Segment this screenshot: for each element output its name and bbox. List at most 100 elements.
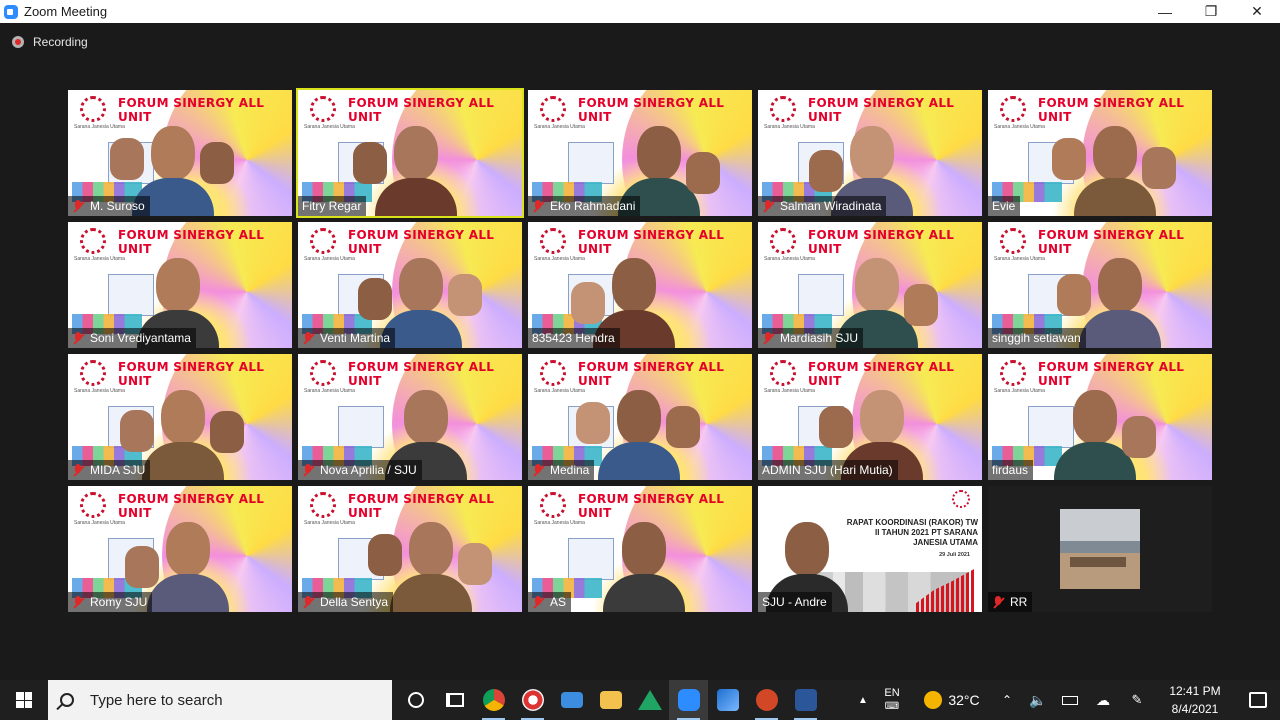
participant-tile[interactable]: FORUM SINERGY ALL UNIT Sarana Janesia Uta… <box>528 90 752 216</box>
windows-logo-icon <box>16 692 32 708</box>
participant-tile[interactable]: FORUM SINERGY ALL UNIT Sarana Janesia Uta… <box>988 354 1212 480</box>
app-taskbar-button[interactable] <box>513 680 552 720</box>
start-button[interactable] <box>0 680 48 720</box>
company-logo <box>770 96 796 122</box>
notifications-button[interactable] <box>1236 680 1280 720</box>
forum-banner: FORUM SINERGY ALL UNIT <box>348 96 495 124</box>
file-explorer-button[interactable] <box>591 680 630 720</box>
language-indicator[interactable]: EN ⌨ <box>872 680 912 720</box>
participant-tile[interactable]: FORUM SINERGY ALL UNIT Sarana Janesia Uta… <box>68 354 292 480</box>
participant-tile[interactable]: FORUM SINERGY ALL UNIT Sarana Janesia Uta… <box>296 88 524 218</box>
participant-name-bar: Mardiasih SJU <box>758 328 864 348</box>
participant-tile[interactable]: FORUM SINERGY ALL UNIT Sarana Janesia Uta… <box>68 222 292 348</box>
google-drive-icon <box>637 690 662 710</box>
forum-banner: FORUM SINERGY ALL UNIT <box>578 228 725 256</box>
participant-tile[interactable]: FORUM SINERGY ALL UNIT Sarana Janesia Uta… <box>758 354 982 480</box>
chevron-icon: ⌃ <box>1001 693 1013 707</box>
pen-button[interactable]: ✎ <box>1120 680 1154 720</box>
participant-tile[interactable]: FORUM SINERGY ALL UNIT Sarana Janesia Uta… <box>298 486 522 612</box>
participant-tile[interactable]: FORUM SINERGY ALL UNIT Sarana Janesia Uta… <box>68 90 292 216</box>
participant-name-bar: Eko Rahmadani <box>528 196 641 216</box>
participant-name-bar: Medina <box>528 460 595 480</box>
hand <box>819 406 853 448</box>
participant-tile[interactable]: FORUM SINERGY ALL UNIT Sarana Janesia Uta… <box>528 486 752 612</box>
participant-name-bar: 835423 Hendra <box>528 328 620 348</box>
show-hidden-icons-button[interactable]: ▲ <box>854 680 872 720</box>
company-logo <box>310 492 336 518</box>
participant-name: Salman Wiradinata <box>780 199 882 213</box>
battery-button[interactable] <box>1054 680 1086 720</box>
speaker-icon: 🔈 <box>1029 691 1047 708</box>
participant-tile[interactable]: FORUM SINERGY ALL UNIT Sarana Janesia Uta… <box>298 354 522 480</box>
hand <box>686 152 720 194</box>
mail-taskbar-button[interactable] <box>552 680 591 720</box>
participant-tile[interactable]: FORUM SINERGY ALL UNIT Sarana Janesia Uta… <box>988 222 1212 348</box>
photos-taskbar-button[interactable] <box>708 680 747 720</box>
hand <box>358 278 392 320</box>
company-name: Sarana Janesia Utama <box>764 388 815 394</box>
participant-video <box>1074 126 1156 216</box>
recording-indicator[interactable]: Recording <box>12 35 88 49</box>
company-logo <box>540 492 566 518</box>
participant-tile[interactable]: FORUM SINERGY ALL UNIT Sarana Janesia Uta… <box>988 90 1212 216</box>
close-button[interactable]: ✕ <box>1234 0 1280 23</box>
cloud-icon: ☁ <box>1096 691 1110 708</box>
participant-name-bar: Evie <box>988 196 1021 216</box>
tray-overflow-button[interactable]: ⌃ <box>992 680 1022 720</box>
hand <box>666 406 700 448</box>
powerpoint-taskbar-button[interactable] <box>747 680 786 720</box>
company-name: Sarana Janesia Utama <box>304 124 355 130</box>
participant-name: Fitry Regar <box>302 199 362 213</box>
forum-banner: FORUM SINERGY ALL UNIT <box>1038 96 1185 124</box>
volume-button[interactable]: 🔈 <box>1022 680 1054 720</box>
participant-name: Evie <box>992 199 1016 213</box>
window-controls: — ❐ ✕ <box>1142 0 1280 23</box>
clock-date: 8/4/2021 <box>1171 702 1219 716</box>
restore-button[interactable]: ❐ <box>1188 0 1234 23</box>
participant-tile[interactable]: FORUM SINERGY ALL UNIT Sarana Janesia Uta… <box>528 222 752 348</box>
participant-name-bar: ADMIN SJU (Hari Mutia) <box>758 460 898 480</box>
participant-name-bar: SJU - Andre <box>758 592 832 612</box>
zoom-taskbar-button[interactable] <box>669 680 708 720</box>
forum-banner: FORUM SINERGY ALL UNIT <box>578 492 725 520</box>
recording-icon <box>12 36 24 48</box>
hand <box>368 534 402 576</box>
company-name: Sarana Janesia Utama <box>994 124 1045 130</box>
company-name: Sarana Janesia Utama <box>764 256 815 262</box>
task-view-button[interactable] <box>435 680 474 720</box>
participant-video <box>1054 390 1136 480</box>
participant-tile[interactable]: FORUM SINERGY ALL UNIT Sarana Janesia Uta… <box>758 222 982 348</box>
participant-tile[interactable]: FORUM SINERGY ALL UNIT Sarana Janesia Uta… <box>298 222 522 348</box>
weather-sun-icon <box>924 691 943 709</box>
hand <box>125 546 159 588</box>
clock[interactable]: 12:41 PM 8/4/2021 <box>1154 680 1236 720</box>
drive-taskbar-button[interactable] <box>630 680 669 720</box>
participant-name: Della Sentya <box>320 595 389 609</box>
onedrive-button[interactable]: ☁ <box>1086 680 1120 720</box>
participant-tile[interactable]: FORUM SINERGY ALL UNIT Sarana Janesia Uta… <box>68 486 292 612</box>
participant-name-bar: Fitry Regar <box>298 196 367 216</box>
participant-tile[interactable]: RR <box>988 486 1212 612</box>
participant-video <box>147 522 229 612</box>
taskbar-search[interactable]: Type here to search <box>48 680 392 720</box>
temperature-label: 32°C <box>948 692 980 708</box>
word-taskbar-button[interactable] <box>786 680 825 720</box>
minimize-button[interactable]: — <box>1142 0 1188 23</box>
forum-banner: FORUM SINERGY ALL UNIT <box>808 96 955 124</box>
company-logo <box>1000 96 1026 122</box>
hand <box>458 543 492 585</box>
word-icon <box>794 689 817 711</box>
participant-video <box>603 522 685 612</box>
cortana-button[interactable] <box>396 680 435 720</box>
company-logo <box>540 96 566 122</box>
microphone-muted-icon <box>72 199 84 213</box>
participant-name: Medina <box>550 463 590 477</box>
hand <box>1142 147 1176 189</box>
participant-name: Romy SJU <box>90 595 148 609</box>
weather-widget[interactable]: 32°C <box>912 680 992 720</box>
participant-tile[interactable]: FORUM SINERGY ALL UNIT Sarana Janesia Uta… <box>758 90 982 216</box>
chrome-taskbar-button[interactable] <box>474 680 513 720</box>
participant-tile[interactable]: FORUM SINERGY ALL UNIT Sarana Janesia Uta… <box>528 354 752 480</box>
participant-tile[interactable]: RAPAT KOORDINASI (RAKOR) TW II TAHUN 202… <box>758 486 982 612</box>
participant-name-bar: Salman Wiradinata <box>758 196 887 216</box>
